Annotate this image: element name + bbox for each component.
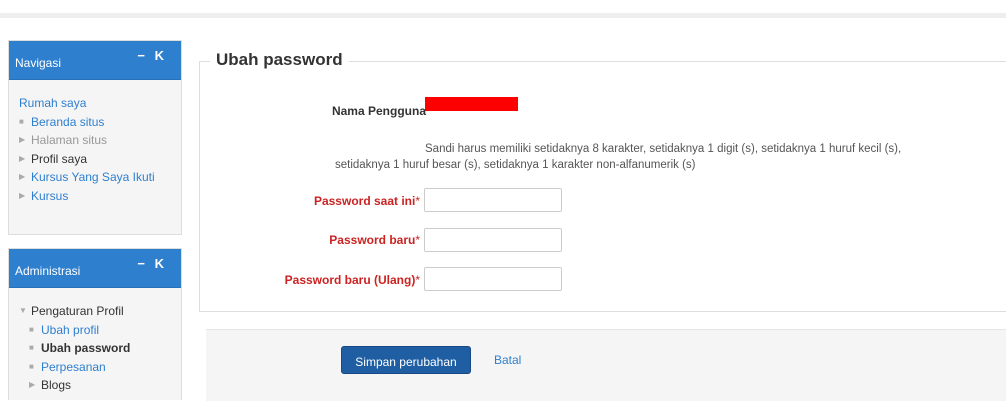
nav-item-profil-saya[interactable]: ▶ Profil saya	[19, 150, 181, 169]
admin-item-perpesanan[interactable]: ■ Perpesanan	[19, 358, 181, 377]
new-password-repeat-label: Password baru (Ulang)*	[285, 273, 420, 287]
admin-item-pengaturan-profil[interactable]: ▼ Pengaturan Profil	[19, 302, 181, 321]
admin-item-ubah-profil[interactable]: ■ Ubah profil	[19, 321, 181, 340]
admin-item-label[interactable]: Pengaturan Profil	[31, 302, 124, 321]
new-password-repeat-label-text: Password baru (Ulang)	[284, 273, 416, 287]
navigation-block-header: Navigasi − K	[9, 41, 181, 80]
current-password-label: Password saat ini*	[314, 194, 420, 208]
block-collapse-dock-icon[interactable]: − K	[137, 256, 167, 271]
redacted-username	[425, 97, 518, 111]
nav-item-label[interactable]: Halaman situs	[31, 131, 107, 150]
expand-arrow-icon[interactable]: ▶	[19, 150, 31, 169]
admin-item-label[interactable]: Ubah profil	[41, 321, 99, 340]
bullet-icon: ■	[19, 116, 24, 126]
collapse-arrow-icon[interactable]: ▼	[19, 302, 31, 321]
expand-arrow-icon[interactable]: ▶	[19, 187, 31, 206]
new-password-label: Password baru*	[329, 233, 420, 247]
new-password-label-text: Password baru	[329, 233, 416, 247]
navigation-block-title: Navigasi	[15, 56, 62, 70]
nav-item-rumah-saya[interactable]: Rumah saya	[19, 94, 181, 113]
expand-arrow-icon[interactable]: ▶	[19, 131, 31, 150]
page-title: Ubah password	[210, 50, 349, 70]
cancel-button[interactable]: Batal	[494, 353, 521, 367]
admin-item-label[interactable]: Blogs	[41, 376, 71, 395]
nav-item-label[interactable]: Rumah saya	[19, 94, 86, 113]
nav-item-label[interactable]: Beranda situs	[31, 113, 104, 132]
admin-item-blogs[interactable]: ▶ Blogs	[19, 376, 181, 395]
expand-arrow-icon[interactable]: ▶	[29, 376, 41, 395]
navigation-block: Navigasi − K Rumah saya ■ Beranda situs …	[8, 40, 182, 235]
save-changes-button[interactable]: Simpan perubahan	[341, 346, 471, 374]
nav-item-beranda-situs[interactable]: ■ Beranda situs	[19, 113, 181, 132]
new-password-repeat-input[interactable]	[424, 267, 562, 291]
bullet-icon: ■	[29, 361, 34, 371]
current-password-label-text: Password saat ini	[313, 194, 416, 208]
block-collapse-dock-icon[interactable]: − K	[137, 48, 167, 63]
administration-block-title: Administrasi	[15, 264, 81, 278]
bullet-icon: ■	[29, 343, 34, 352]
username-label: Nama Pengguna	[331, 104, 426, 118]
required-icon: *	[415, 273, 420, 287]
admin-item-label[interactable]: Perpesanan	[41, 358, 106, 377]
password-policy-line2: setidaknya 1 huruf besar (s), setidaknya…	[335, 159, 696, 171]
form-actions-bar	[206, 329, 1006, 401]
password-policy-line1: Sandi harus memiliki setidaknya 8 karakt…	[425, 143, 902, 155]
nav-item-label[interactable]: Kursus	[31, 187, 68, 206]
expand-arrow-icon[interactable]: ▶	[19, 168, 31, 187]
administration-block-header: Administrasi − K	[9, 249, 181, 288]
nav-item-label[interactable]: Kursus Yang Saya Ikuti	[31, 168, 155, 187]
nav-item-kursus[interactable]: ▶ Kursus	[19, 187, 181, 206]
nav-item-kursus-yang-saya-ikuti[interactable]: ▶ Kursus Yang Saya Ikuti	[19, 168, 181, 187]
nav-item-label[interactable]: Profil saya	[31, 150, 87, 169]
admin-item-ubah-password[interactable]: ■ Ubah password	[19, 339, 181, 358]
current-password-input[interactable]	[424, 188, 562, 212]
required-icon: *	[415, 233, 420, 247]
bullet-icon: ■	[29, 324, 34, 334]
new-password-input[interactable]	[424, 228, 562, 252]
nav-item-halaman-situs[interactable]: ▶ Halaman situs	[19, 131, 181, 150]
administration-block: Administrasi − K ▼ Pengaturan Profil ■ U…	[8, 248, 182, 400]
required-icon: *	[415, 194, 420, 208]
admin-item-label: Ubah password	[41, 341, 131, 355]
top-bar	[0, 13, 1006, 18]
